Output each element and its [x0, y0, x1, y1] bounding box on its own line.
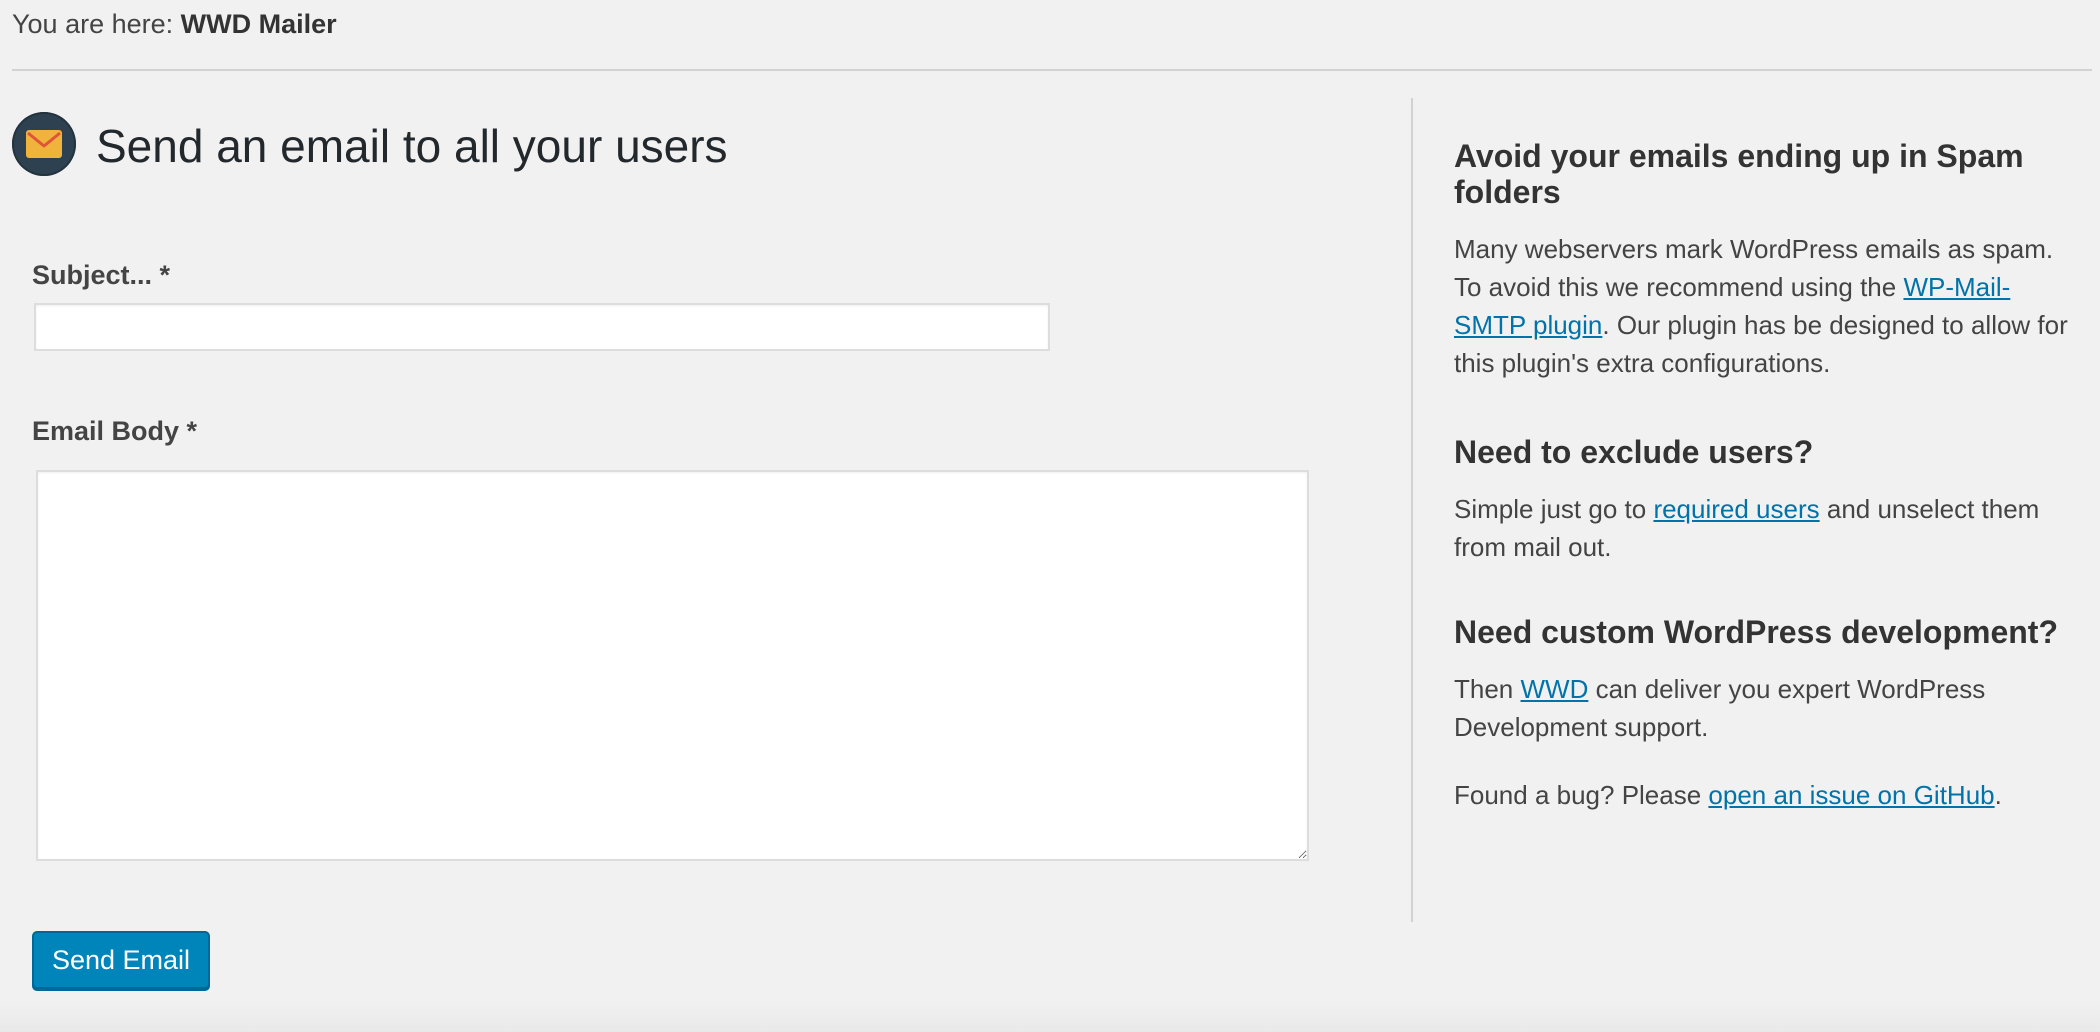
header-divider: [12, 69, 2092, 71]
subject-input[interactable]: [34, 303, 1050, 351]
wwd-link[interactable]: WWD: [1521, 674, 1589, 704]
email-body-textarea[interactable]: [36, 470, 1309, 861]
breadcrumb-current: WWD Mailer: [180, 9, 337, 39]
exclude-text: Simple just go to required users and uns…: [1454, 490, 2074, 566]
breadcrumb-prefix: You are here:: [12, 9, 181, 39]
custom-dev-heading: Need custom WordPress development?: [1454, 614, 2058, 650]
email-body-label: Email Body *: [32, 416, 198, 446]
bug-text-before: Found a bug? Please: [1454, 780, 1709, 810]
spam-section: Avoid your emails ending up in Spam fold…: [1454, 138, 2074, 408]
custom-dev-section: Need custom WordPress development? Then …: [1454, 614, 2094, 772]
exclude-section: Need to exclude users? Simple just go to…: [1454, 434, 2074, 592]
custom-dev-text: Then WWD can deliver you expert WordPres…: [1454, 670, 2094, 746]
footer-shade: [0, 1000, 2100, 1032]
spam-heading: Avoid your emails ending up in Spam fold…: [1454, 138, 2024, 210]
page-title: Send an email to all your users: [96, 120, 728, 172]
sidebar-divider: [1411, 98, 1413, 922]
exclude-heading: Need to exclude users?: [1454, 434, 1814, 470]
bug-section: Found a bug? Please open an issue on Git…: [1454, 776, 2074, 840]
envelope-icon: [12, 112, 76, 176]
github-issue-link[interactable]: open an issue on GitHub: [1708, 780, 1994, 810]
breadcrumb: You are here: WWD Mailer: [12, 8, 337, 40]
exclude-text-before: Simple just go to: [1454, 494, 1654, 524]
spam-text: Many webservers mark WordPress emails as…: [1454, 230, 2074, 382]
custom-dev-text-before: Then: [1454, 674, 1521, 704]
bug-text: Found a bug? Please open an issue on Git…: [1454, 776, 2074, 814]
required-users-link[interactable]: required users: [1653, 494, 1819, 524]
subject-label: Subject... *: [32, 260, 171, 290]
bug-text-after: .: [1994, 780, 2002, 810]
send-email-button[interactable]: Send Email: [32, 931, 210, 989]
